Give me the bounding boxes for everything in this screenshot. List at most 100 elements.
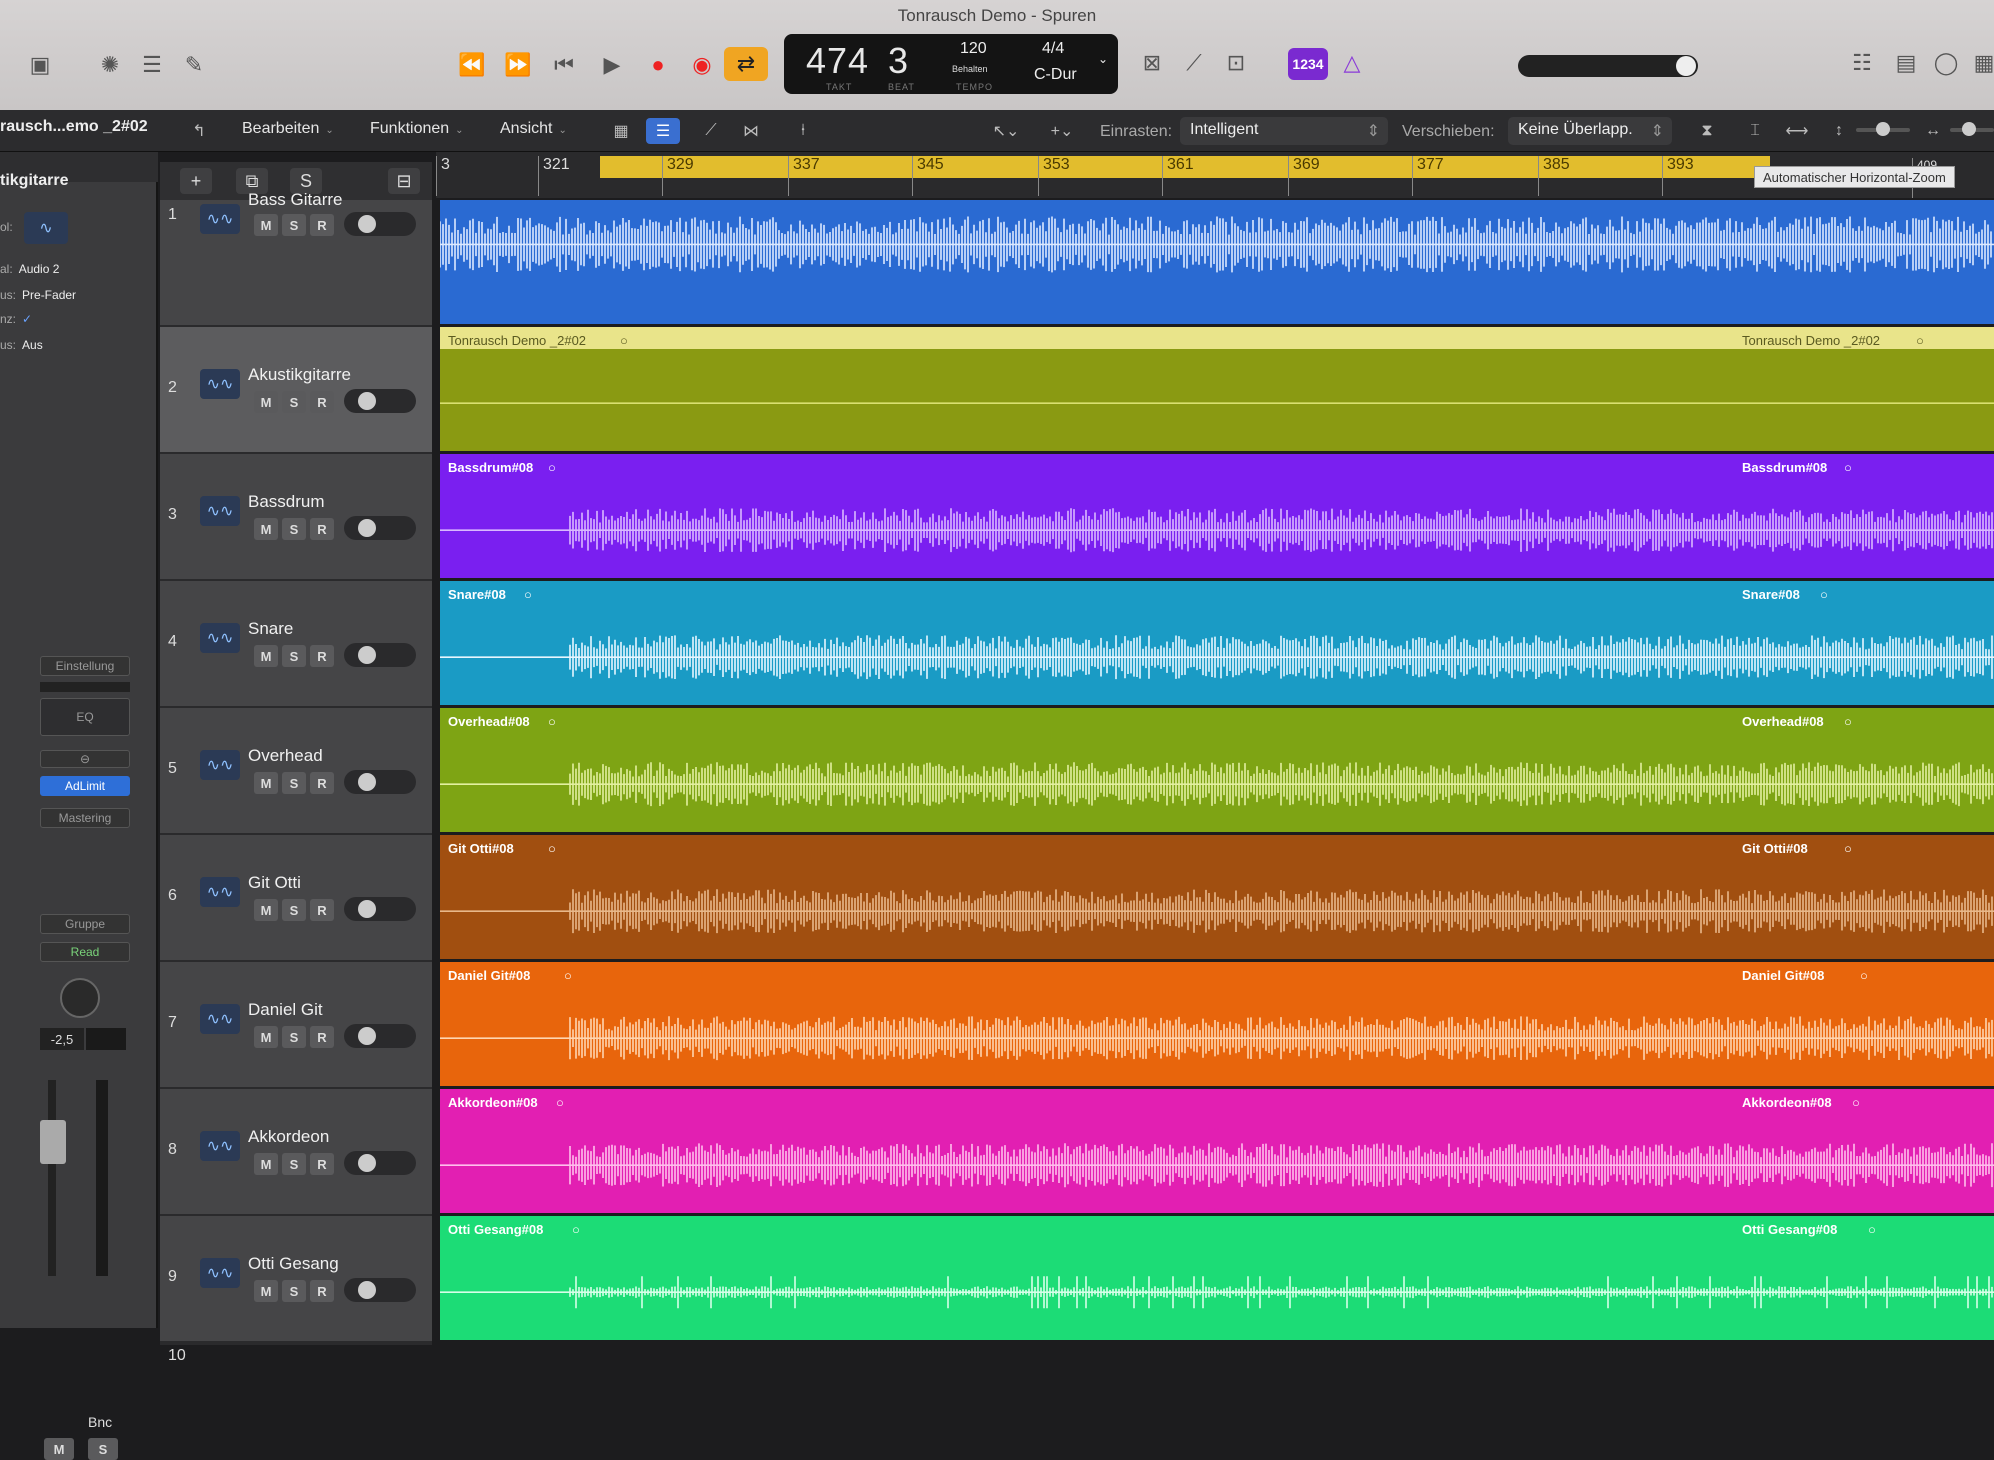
track-header[interactable]: 6 ∿∿ Git Otti M S R	[160, 835, 432, 962]
mute-button[interactable]: M	[254, 772, 278, 794]
audio-region[interactable]: Ben#07○Ben#07○	[440, 1343, 1994, 1346]
track-header[interactable]: 5 ∿∿ Overhead M S R	[160, 708, 432, 835]
inspector-row[interactable]: us: Pre-Fader	[0, 288, 76, 302]
waveform-icon[interactable]: ∿∿	[200, 204, 240, 234]
track-name[interactable]: Snare	[248, 619, 293, 639]
inspector-row[interactable]: nz: ✓	[0, 312, 32, 326]
audio-region[interactable]: Snare#08 ○ Snare#08 ○	[440, 581, 1994, 708]
track-header[interactable]: 9 ∿∿ Otti Gesang M S R	[160, 1216, 432, 1343]
track-volume-slider[interactable]	[344, 389, 416, 413]
track-header[interactable]: 10	[160, 1343, 432, 1364]
mute-button[interactable]: M	[254, 391, 278, 413]
plugin-slot-mastering[interactable]: Mastering	[40, 808, 130, 828]
track-volume-knob[interactable]	[358, 646, 376, 664]
waveform-icon[interactable]: ∿∿	[200, 750, 240, 780]
library-icon[interactable]: ▣	[20, 48, 60, 82]
track-name[interactable]: Overhead	[248, 746, 323, 766]
pan-knob[interactable]	[60, 978, 100, 1018]
track-name[interactable]: Bass Gitarre	[248, 190, 342, 210]
automation-icon[interactable]: ⟋	[694, 118, 728, 144]
catch-icon[interactable]: ⍿	[786, 118, 820, 144]
back-arrow-icon[interactable]: ↰	[182, 118, 216, 144]
track-volume-knob[interactable]	[358, 1154, 376, 1172]
volume-fader-handle[interactable]	[40, 1120, 66, 1164]
horizontal-fit-icon[interactable]: ⟷	[1780, 118, 1814, 144]
audio-region[interactable]: Akkordeon#08 ○ Akkordeon#08 ○	[440, 1089, 1994, 1216]
track-volume-knob[interactable]	[358, 215, 376, 233]
waveform-icon[interactable]: ∿∿	[200, 877, 240, 907]
waveform-icon[interactable]: ∿∿	[200, 496, 240, 526]
inspector-track-name[interactable]: tikgitarre	[0, 152, 158, 189]
track-volume-knob[interactable]	[358, 773, 376, 791]
horizontal-zoom-icon[interactable]: ↔	[1916, 118, 1950, 144]
mute-button[interactable]: M	[254, 1026, 278, 1048]
solo-button[interactable]: S	[282, 391, 306, 413]
count-in-badge[interactable]: 1234	[1288, 48, 1328, 80]
lcd-tempo[interactable]: 120	[960, 40, 987, 58]
record-enable-button[interactable]: R	[310, 214, 334, 236]
plugin-slot-adlimit[interactable]: AdLimit	[40, 776, 130, 796]
track-volume-slider[interactable]	[344, 1278, 416, 1302]
eq-button[interactable]: EQ	[40, 698, 130, 736]
bounce-button[interactable]: Bnc	[88, 1414, 112, 1430]
menu-view[interactable]: Ansicht ⌄	[500, 120, 567, 138]
snap-select[interactable]: Intelligent ⇕	[1180, 117, 1388, 145]
mute-button[interactable]: M	[254, 1280, 278, 1302]
track-header[interactable]: 1 ∿∿ Bass Gitarre M S R	[160, 190, 432, 327]
menu-edit[interactable]: Bearbeiten ⌄	[242, 120, 334, 138]
pencil-icon[interactable]: ✎	[174, 48, 214, 82]
solo-button[interactable]: S	[282, 1026, 306, 1048]
inspector-row[interactable]: al: Audio 2	[0, 262, 59, 276]
mute-button[interactable]: M	[254, 214, 278, 236]
track-name[interactable]: Otti Gesang	[248, 1254, 339, 1274]
solo-icon[interactable]: ⊡	[1216, 46, 1256, 80]
track-volume-slider[interactable]	[344, 212, 416, 236]
record-button[interactable]: ●	[638, 48, 678, 82]
track-volume-knob[interactable]	[358, 1027, 376, 1045]
settings-gear-icon[interactable]: ✺	[90, 48, 130, 82]
flex-icon[interactable]: ⋈	[734, 118, 768, 144]
master-volume-slider[interactable]	[1518, 55, 1698, 77]
track-name[interactable]: Git Otti	[248, 873, 301, 893]
link-icon[interactable]: ⊖	[40, 750, 130, 768]
audio-region[interactable]	[440, 200, 1994, 327]
lcd-chevron-down-icon[interactable]: ⌄	[1098, 52, 1108, 66]
play-button[interactable]: ▶	[592, 48, 632, 82]
solo-button[interactable]: S	[282, 214, 306, 236]
track-name[interactable]: Akkordeon	[248, 1127, 329, 1147]
record-enable-button[interactable]: R	[310, 1153, 334, 1175]
audio-region[interactable]: Tonrausch Demo _2#02 ○ Tonrausch Demo _2#0…	[440, 327, 1994, 454]
lcd-display[interactable]: 474 3 TAKT BEAT 120 Behalten TEMPO 4/4 C…	[784, 34, 1118, 94]
track-name[interactable]: Daniel Git	[248, 1000, 323, 1020]
track-header[interactable]: 2 ∿∿ Akustikgitarre M S R	[160, 327, 432, 454]
volume-fader-track[interactable]	[48, 1080, 56, 1276]
track-volume-slider[interactable]	[344, 770, 416, 794]
strip-solo-button[interactable]: S	[88, 1438, 118, 1460]
track-header[interactable]: 3 ∿∿ Bassdrum M S R	[160, 454, 432, 581]
record-enable-button[interactable]: R	[310, 899, 334, 921]
menu-functions[interactable]: Funktionen ⌄	[370, 120, 464, 138]
horizontal-zoom-slider[interactable]	[1950, 122, 1994, 136]
track-volume-knob[interactable]	[358, 1281, 376, 1299]
solo-button[interactable]: S	[282, 1280, 306, 1302]
loop-browser-icon[interactable]: ◯	[1926, 46, 1966, 80]
mute-button[interactable]: M	[254, 1153, 278, 1175]
tuner-icon[interactable]: ⟋	[1174, 46, 1214, 80]
go-to-start-button[interactable]: ⏮	[544, 48, 584, 82]
add-track-icon[interactable]: +	[180, 168, 212, 194]
strip-mute-button[interactable]: M	[44, 1438, 74, 1460]
waveform-icon[interactable]: ∿∿	[200, 1131, 240, 1161]
rewind-button[interactable]: ⏪	[452, 48, 492, 82]
lcd-key[interactable]: C-Dur	[1034, 66, 1077, 84]
track-header[interactable]: 7 ∿∿ Daniel Git M S R	[160, 962, 432, 1089]
grid-view-icon[interactable]: ▦	[604, 118, 638, 144]
solo-button[interactable]: S	[282, 1153, 306, 1175]
vertical-zoom-slider[interactable]	[1856, 122, 1910, 136]
track-volume-slider[interactable]	[344, 643, 416, 667]
track-volume-slider[interactable]	[344, 897, 416, 921]
fast-forward-button[interactable]: ⏩	[498, 48, 538, 82]
mute-button[interactable]: M	[254, 899, 278, 921]
capture-record-button[interactable]: ◉	[682, 48, 722, 82]
cycle-button[interactable]: ⇄	[724, 47, 768, 81]
track-volume-slider[interactable]	[344, 1024, 416, 1048]
